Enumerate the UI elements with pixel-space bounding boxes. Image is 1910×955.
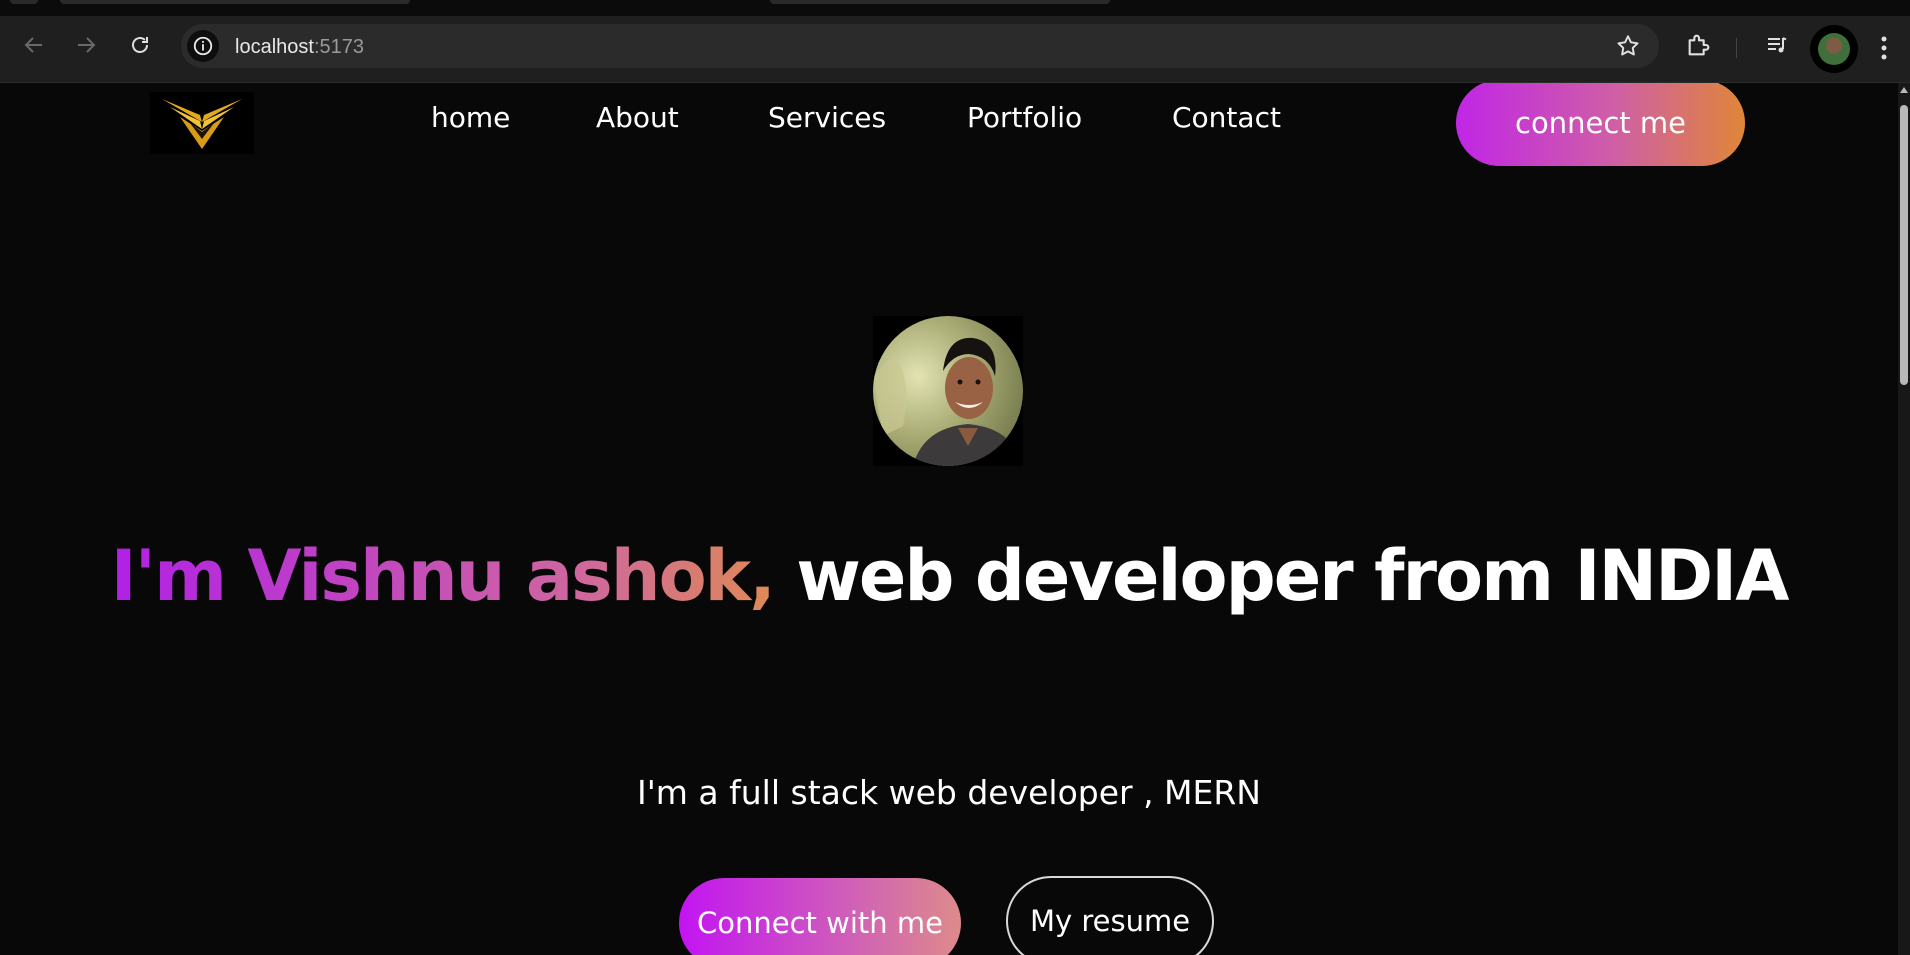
extensions-puzzle-icon <box>1688 34 1710 56</box>
forward-arrow-icon <box>78 37 96 53</box>
nav-link-contact[interactable]: Contact <box>1172 101 1281 134</box>
page-scrollbar[interactable] <box>1898 83 1910 955</box>
back-button[interactable] <box>14 16 54 74</box>
my-resume-button[interactable]: My resume <box>1006 876 1214 955</box>
tab-edge <box>60 0 410 4</box>
connect-with-me-button[interactable]: Connect with me <box>679 878 961 955</box>
headline-rest: web developer from INDIA <box>773 535 1789 617</box>
nav-link-portfolio[interactable]: Portfolio <box>967 101 1082 134</box>
site-info-icon <box>193 36 213 56</box>
profile-photo <box>873 316 1023 466</box>
profile-photo-circle <box>873 316 1023 466</box>
forward-button[interactable] <box>66 16 106 74</box>
reload-button[interactable] <box>120 16 160 74</box>
url-port: :5173 <box>313 36 364 58</box>
hero-tagline: I'm a full stack web developer , MERN <box>636 773 1261 812</box>
url-host: localhost <box>235 36 314 58</box>
browser-toolbar: localhost:5173 <box>0 16 1910 83</box>
nav-link-about[interactable]: About <box>596 101 679 134</box>
headline-name: I'm Vishnu ashok, <box>110 535 776 617</box>
address-bar[interactable]: localhost:5173 <box>181 24 1659 68</box>
scroll-up-arrow-icon[interactable] <box>1900 87 1908 93</box>
tab-edge <box>770 0 1110 4</box>
media-queue-button[interactable] <box>1762 30 1792 60</box>
hero-headline: I'm Vishnu ashok, web developer from IND… <box>0 528 1898 624</box>
reload-icon <box>132 37 148 53</box>
page-viewport: home About Services Portfolio Contact co… <box>0 83 1898 955</box>
tab-edge <box>10 0 38 4</box>
media-queue-icon <box>1768 37 1787 53</box>
nav-link-home[interactable]: home <box>431 101 510 134</box>
url-text[interactable]: localhost:5173 <box>235 36 364 59</box>
scrollbar-thumb[interactable] <box>1900 105 1908 385</box>
bookmark-star-icon[interactable] <box>1615 33 1641 59</box>
more-menu-icon[interactable] <box>1874 32 1894 64</box>
extensions-button[interactable] <box>1684 30 1714 60</box>
toolbar-separator <box>1736 38 1737 58</box>
profile-avatar[interactable] <box>1810 25 1858 73</box>
back-arrow-icon <box>24 37 42 53</box>
connect-me-button[interactable]: connect me <box>1456 83 1745 166</box>
site-info-button[interactable] <box>187 30 219 62</box>
tab-strip <box>0 0 1910 16</box>
avatar-image <box>1818 33 1850 65</box>
nav-link-services[interactable]: Services <box>768 101 886 134</box>
profile-portrait <box>873 316 1023 466</box>
